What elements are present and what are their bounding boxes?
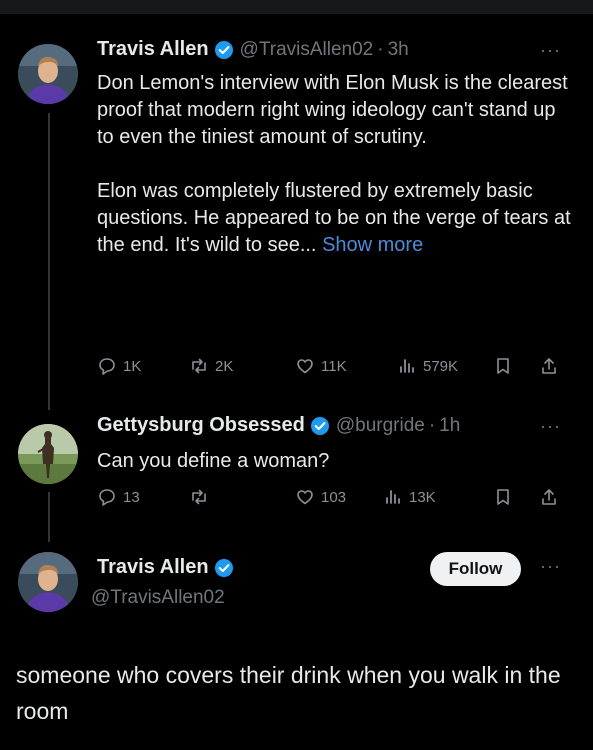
verified-badge-icon (214, 40, 234, 60)
author-handle[interactable]: @TravisAllen02 (91, 587, 225, 609)
repost-icon (192, 358, 206, 374)
like-button[interactable]: 11K (295, 356, 347, 376)
reply-count: 13 (123, 488, 140, 506)
repost-icon (192, 489, 206, 505)
timestamp[interactable]: 3h (388, 39, 409, 61)
bookmark-icon (497, 358, 509, 374)
comment-icon (99, 358, 115, 375)
repost-button[interactable]: 2K (189, 356, 233, 376)
share-button[interactable] (539, 356, 565, 376)
author-name[interactable]: Travis Allen (97, 38, 209, 61)
more-options-icon[interactable]: ··· (540, 40, 561, 61)
separator-dot: · (377, 38, 384, 60)
bookmark-button[interactable] (493, 487, 519, 507)
tweet-paragraph: Can you define a woman? (97, 450, 330, 472)
thread-line (48, 113, 50, 410)
bookmark-icon (497, 489, 509, 505)
like-count: 103 (321, 488, 347, 506)
tweet-text: Can you define a woman? (97, 448, 577, 475)
bookmark-button[interactable] (493, 356, 519, 376)
author-name[interactable]: Travis Allen (97, 556, 209, 579)
share-button[interactable] (539, 487, 565, 507)
share-icon (542, 489, 556, 505)
top-bar (0, 0, 593, 14)
verified-badge-icon (214, 558, 234, 578)
views-icon (386, 490, 400, 504)
show-more-link[interactable]: Show more (322, 234, 423, 256)
separator-dot: · (428, 414, 436, 436)
avatar-travis-allen[interactable] (18, 552, 78, 612)
like-count: 11K (321, 357, 347, 375)
tweet-actions: 13 103 13K (97, 487, 567, 511)
heart-icon (297, 490, 313, 505)
views-count: 579K (423, 357, 459, 375)
repost-button[interactable] (189, 487, 215, 507)
more-options-icon[interactable]: ··· (540, 416, 561, 437)
views-button[interactable]: 579K (397, 356, 458, 376)
tweet-header: Gettysburg Obsessed @burgride · 1h (97, 414, 460, 437)
timestamp[interactable]: 1h (439, 415, 460, 437)
heart-icon (297, 359, 313, 374)
thread-line (48, 492, 50, 542)
tweet-paragraph: Don Lemon's interview with Elon Musk is … (97, 72, 568, 148)
share-icon (542, 358, 556, 374)
author-handle[interactable]: @TravisAllen02 (240, 39, 374, 61)
avatar-travis-allen[interactable] (18, 44, 78, 104)
reply-text: someone who covers their drink when you … (16, 662, 561, 724)
tweet-text: Don Lemon's interview with Elon Musk is … (97, 70, 577, 259)
reply-button[interactable]: 13 (97, 487, 140, 507)
views-count: 13K (409, 488, 436, 506)
verified-badge-icon (310, 416, 330, 436)
avatar-gettysburg-obsessed[interactable] (18, 424, 78, 484)
follow-button[interactable]: Follow (430, 552, 521, 586)
like-button[interactable]: 103 (295, 487, 346, 507)
author-name[interactable]: Gettysburg Obsessed (97, 414, 305, 437)
repost-count: 2K (215, 357, 234, 375)
reply-header: Travis Allen (97, 556, 234, 579)
tweet-header: Travis Allen @TravisAllen02 · 3h (97, 38, 409, 61)
views-button[interactable]: 13K (383, 487, 436, 507)
author-handle[interactable]: @burgride (336, 415, 425, 437)
views-icon (400, 359, 414, 373)
more-options-icon[interactable]: ··· (540, 556, 561, 577)
reply-count: 1K (123, 357, 142, 375)
tweet-actions: 1K 2K 11K 579K (97, 356, 567, 380)
tweet-paragraph: Elon was completely flustered by extreme… (97, 178, 577, 259)
reply-button[interactable]: 1K (97, 356, 141, 376)
comment-icon (99, 489, 115, 506)
